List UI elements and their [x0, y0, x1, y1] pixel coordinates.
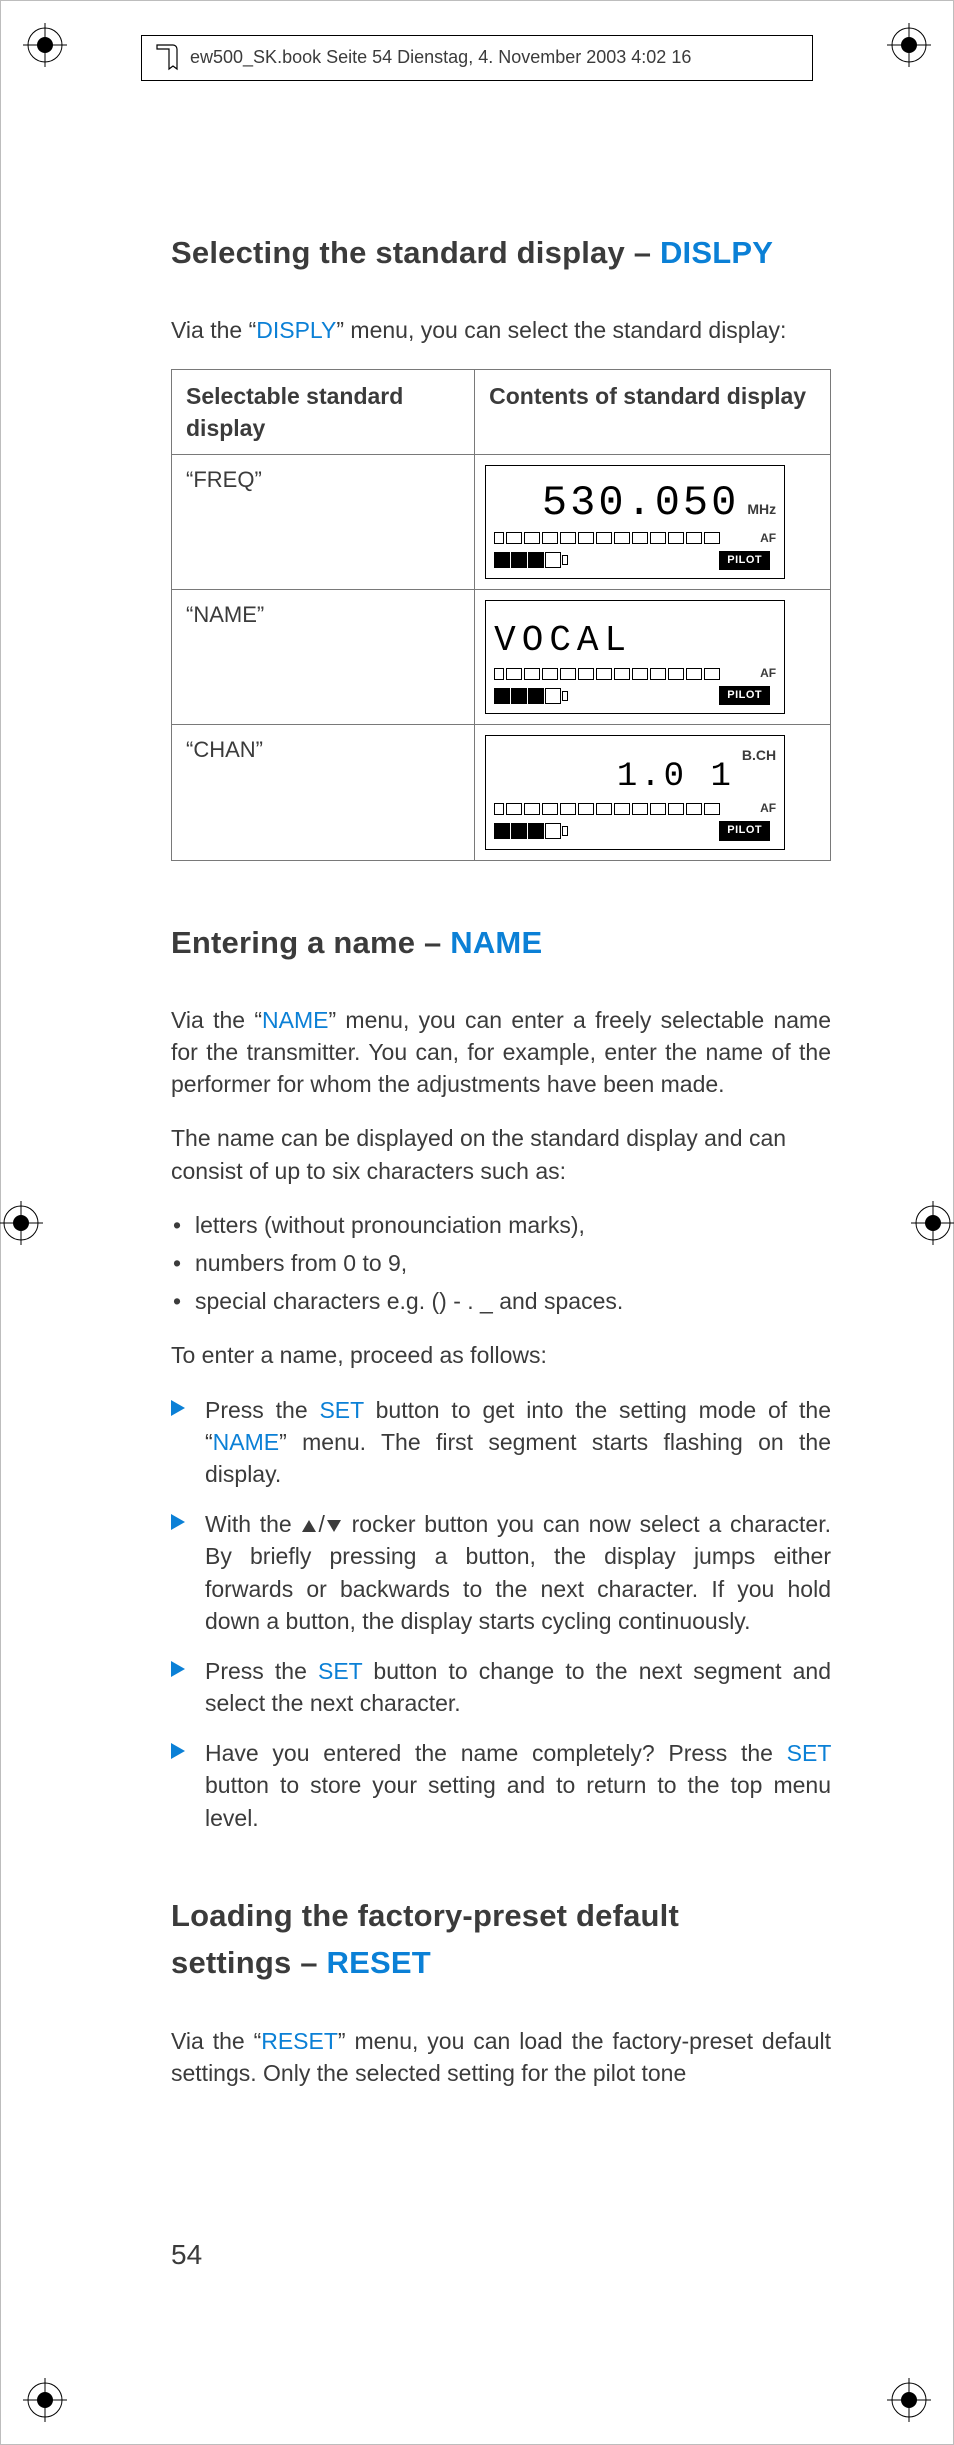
pilot-badge: PILOT [719, 551, 770, 570]
registration-mark-icon [0, 1201, 43, 1245]
page-number: 54 [171, 2235, 202, 2274]
running-head-text: ew500_SK.book Seite 54 Dienstag, 4. Nove… [190, 45, 691, 70]
pilot-badge: PILOT [719, 821, 770, 840]
content: Selecting the standard display – DISLPY … [171, 231, 831, 2111]
af-meter [494, 532, 754, 544]
registration-mark-icon [23, 2378, 67, 2422]
character-list: letters (without pronounciation marks), … [171, 1209, 831, 1318]
book-icon [154, 43, 180, 73]
battery-icon [494, 823, 568, 839]
af-label: AF [760, 665, 776, 682]
step-1: Press the SET button to get into the set… [171, 1394, 831, 1491]
step-marker-icon [171, 1514, 187, 1530]
lcd-freq: 530.050 MHz AF [485, 465, 785, 579]
section3-p1: Via the “RESET” menu, you can load the f… [171, 2025, 831, 2089]
registration-mark-icon [911, 1201, 954, 1245]
lcd-unit: MHz [747, 500, 776, 520]
table-header-left: Selectable standard display [172, 369, 475, 454]
section-heading-reset-line2: settings – RESET [171, 1941, 831, 1984]
registration-mark-icon [23, 23, 67, 67]
registration-mark-icon [887, 2378, 931, 2422]
battery-icon [494, 552, 568, 568]
section-heading-name: Entering a name – NAME [171, 921, 831, 964]
pilot-badge: PILOT [719, 686, 770, 705]
table-row: “NAME” VOCAL AF [172, 590, 831, 725]
standard-display-table: Selectable standard display Contents of … [171, 369, 831, 861]
lcd-value: VOCAL [494, 623, 776, 659]
page: ew500_SK.book Seite 54 Dienstag, 4. Nove… [0, 0, 954, 2445]
section-heading-reset-line1: Loading the factory-preset default [171, 1894, 831, 1937]
af-label: AF [760, 530, 776, 547]
step-3: Press the SET button to change to the ne… [171, 1655, 831, 1719]
step-2: With the / rocker button you can now sel… [171, 1508, 831, 1637]
registration-mark-icon [887, 23, 931, 67]
lcd-value: 530.050 [494, 482, 739, 524]
list-item: numbers from 0 to 9, [171, 1247, 831, 1279]
table-row: “FREQ” 530.050 MHz AF [172, 454, 831, 589]
section-heading-displY: Selecting the standard display – DISLPY [171, 231, 831, 274]
list-item: special characters e.g. () - . _ and spa… [171, 1285, 831, 1317]
lcd-name: VOCAL AF PILOT [485, 600, 785, 714]
battery-icon [494, 688, 568, 704]
section2-p3: To enter a name, proceed as follows: [171, 1339, 831, 1371]
step-marker-icon [171, 1743, 187, 1759]
row-chan-label: “CHAN” [172, 725, 475, 860]
section1-intro: Via the “DISPLY” menu, you can select th… [171, 314, 831, 346]
table-row: “CHAN” 1.0 1 B.CH AF [172, 725, 831, 860]
step-marker-icon [171, 1400, 187, 1416]
row-name-label: “NAME” [172, 590, 475, 725]
section2-p1: Via the “NAME” menu, you can enter a fre… [171, 1004, 831, 1101]
af-meter [494, 803, 754, 815]
section2-p2: The name can be displayed on the standar… [171, 1122, 831, 1186]
step-4: Have you entered the name completely? Pr… [171, 1737, 831, 1834]
step-marker-icon [171, 1661, 187, 1677]
lcd-chan: 1.0 1 B.CH AF [485, 735, 785, 849]
running-head: ew500_SK.book Seite 54 Dienstag, 4. Nove… [141, 35, 813, 81]
table-header-right: Contents of standard display [475, 369, 831, 454]
row-freq-label: “FREQ” [172, 454, 475, 589]
list-item: letters (without pronounciation marks), [171, 1209, 831, 1241]
rocker-up-down-icon: / [300, 1511, 342, 1537]
lcd-unit: B.CH [742, 746, 776, 766]
af-meter [494, 668, 754, 680]
lcd-value: 1.0 1 [494, 760, 734, 794]
af-label: AF [760, 800, 776, 817]
